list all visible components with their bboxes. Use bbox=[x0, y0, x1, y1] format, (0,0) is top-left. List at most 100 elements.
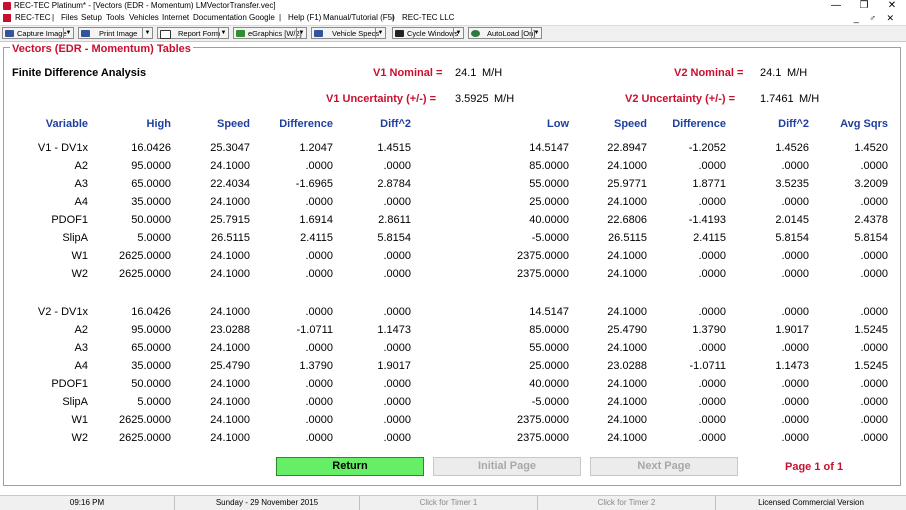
chevron-down-icon[interactable]: ▼ bbox=[531, 28, 541, 38]
chevron-down-icon[interactable]: ▼ bbox=[296, 28, 306, 38]
egraphics-button[interactable]: eGraphics [W/2] ▼ bbox=[233, 27, 307, 39]
cell-speed-low: 24.1000 bbox=[607, 250, 647, 262]
cell-low: 14.5147 bbox=[529, 142, 569, 154]
cell-speed-low: 23.0288 bbox=[607, 360, 647, 372]
cell-difference-low: .0000 bbox=[698, 306, 726, 318]
menu-rectec[interactable]: REC-TEC bbox=[15, 12, 51, 24]
column-header-variable: Variable bbox=[45, 118, 88, 130]
cell-speed-high: 23.0288 bbox=[210, 324, 250, 336]
menu-documentation[interactable]: Documentation bbox=[193, 12, 247, 24]
document-icon bbox=[160, 30, 171, 39]
cell-difference-high: .0000 bbox=[305, 250, 333, 262]
window-controls: — ❐ ✕ bbox=[822, 0, 906, 12]
minimize-button[interactable]: — bbox=[822, 0, 850, 12]
car-icon bbox=[314, 30, 323, 37]
initial-page-button[interactable]: Initial Page bbox=[433, 457, 581, 476]
next-page-button[interactable]: Next Page bbox=[590, 457, 738, 476]
capture-image-button[interactable]: Capture Image ▼ bbox=[2, 27, 74, 39]
v1-uncertainty-label: V1 Uncertainty (+/-) = bbox=[326, 93, 437, 105]
cell-variable: A4 bbox=[74, 360, 88, 372]
cell-avg-sqrs: .0000 bbox=[860, 250, 888, 262]
report-form-button[interactable]: Report Form ▼ bbox=[157, 27, 229, 39]
cell-difference-high: .0000 bbox=[305, 342, 333, 354]
cell-high: 2625.0000 bbox=[119, 414, 171, 426]
column-header-avg-sqrs: Avg Sqrs bbox=[840, 118, 888, 130]
cell-difference-high: 1.6914 bbox=[299, 214, 333, 226]
cell-variable: A3 bbox=[74, 342, 88, 354]
cell-variable: V1 - DV1x bbox=[37, 142, 88, 154]
vehicle-specs-button[interactable]: Vehicle Specs ▼ bbox=[311, 27, 386, 39]
cell-difference-low: .0000 bbox=[698, 432, 726, 444]
camera-icon bbox=[5, 30, 14, 37]
cell-difference-high: -1.6965 bbox=[295, 178, 333, 190]
menu-files[interactable]: Files bbox=[61, 12, 78, 24]
cell-high: 2625.0000 bbox=[119, 268, 171, 280]
maximize-button[interactable]: ❐ bbox=[850, 0, 878, 12]
cell-diff-squared-high: .0000 bbox=[383, 268, 411, 280]
menu-help[interactable]: Help (F1) bbox=[288, 12, 321, 24]
menu-separator: | bbox=[279, 13, 282, 22]
menu-internet[interactable]: Internet bbox=[162, 12, 189, 24]
cell-difference-high: .0000 bbox=[305, 378, 333, 390]
cell-high: 35.0000 bbox=[131, 360, 171, 372]
cell-speed-high: 26.5115 bbox=[211, 232, 250, 244]
column-header-speed: Speed bbox=[613, 118, 647, 130]
refresh-icon bbox=[471, 30, 480, 37]
v1-uncertainty-value: 3.5925 bbox=[455, 93, 489, 105]
cell-diff-squared-low: .0000 bbox=[781, 306, 809, 318]
column-header-diff-squared: Diff^2 bbox=[380, 118, 411, 130]
rectec-logo-icon bbox=[3, 14, 11, 22]
cycle-windows-button[interactable]: Cycle Windows ▼ bbox=[392, 27, 464, 39]
cell-diff-squared-high: .0000 bbox=[383, 160, 411, 172]
column-header-speed: Speed bbox=[216, 118, 250, 130]
cell-high: 50.0000 bbox=[131, 378, 171, 390]
cell-avg-sqrs: 5.8154 bbox=[854, 232, 888, 244]
menu-rectec-llc[interactable]: REC-TEC LLC bbox=[402, 12, 454, 24]
mdi-window-controls[interactable]: _ ♂ ✕ bbox=[854, 12, 898, 24]
cell-diff-squared-high: 1.1473 bbox=[377, 324, 411, 336]
cell-speed-low: 24.1000 bbox=[607, 432, 647, 444]
chevron-down-icon[interactable]: ▼ bbox=[63, 28, 73, 38]
cell-difference-low: 1.3790 bbox=[692, 324, 726, 336]
cell-difference-high: 2.4115 bbox=[300, 232, 333, 244]
cell-avg-sqrs: .0000 bbox=[860, 432, 888, 444]
cell-difference-high: .0000 bbox=[305, 160, 333, 172]
cell-diff-squared-high: 5.8154 bbox=[377, 232, 411, 244]
close-button[interactable]: ✕ bbox=[878, 0, 906, 12]
cell-low: 40.0000 bbox=[529, 378, 569, 390]
chevron-down-icon[interactable]: ▼ bbox=[375, 28, 385, 38]
menu-google[interactable]: Google bbox=[249, 12, 275, 24]
cell-difference-low: -1.2052 bbox=[688, 142, 726, 154]
toolbar: Capture Image ▼ Print Image ▼ Report For… bbox=[0, 25, 906, 42]
status-time: 09:16 PM bbox=[0, 496, 175, 510]
column-header-high: High bbox=[146, 118, 171, 130]
printer-icon bbox=[81, 30, 90, 37]
menu-setup[interactable]: Setup bbox=[81, 12, 102, 24]
cell-diff-squared-high: .0000 bbox=[383, 378, 411, 390]
cell-diff-squared-low: 2.0145 bbox=[775, 214, 809, 226]
section-title: Finite Difference Analysis bbox=[12, 67, 147, 79]
chevron-down-icon[interactable]: ▼ bbox=[142, 28, 152, 38]
return-button[interactable]: Return bbox=[276, 457, 424, 476]
cell-speed-low: 25.4790 bbox=[607, 324, 647, 336]
chevron-down-icon[interactable]: ▼ bbox=[218, 28, 228, 38]
cell-low: -5.0000 bbox=[531, 396, 569, 408]
v2-uncertainty-unit: M/H bbox=[799, 93, 820, 105]
timer-2-button[interactable]: Click for Timer 2 bbox=[538, 496, 716, 510]
cell-diff-squared-high: .0000 bbox=[383, 432, 411, 444]
cell-speed-high: 24.1000 bbox=[210, 196, 250, 208]
menu-tools[interactable]: Tools bbox=[106, 12, 125, 24]
cell-diff-squared-high: .0000 bbox=[383, 196, 411, 208]
cell-diff-squared-low: .0000 bbox=[781, 396, 809, 408]
menu-vehicles[interactable]: Vehicles bbox=[129, 12, 159, 24]
cell-avg-sqrs: .0000 bbox=[860, 414, 888, 426]
cell-speed-high: 25.7915 bbox=[210, 214, 250, 226]
cell-speed-high: 24.1000 bbox=[210, 414, 250, 426]
cell-speed-high: 22.4034 bbox=[210, 178, 250, 190]
menu-manual-tutorial[interactable]: Manual/Tutorial (F5) bbox=[323, 12, 395, 24]
chart-icon bbox=[236, 30, 245, 37]
print-image-button[interactable]: Print Image ▼ bbox=[78, 27, 153, 39]
chevron-down-icon[interactable]: ▼ bbox=[453, 28, 463, 38]
autoload-button[interactable]: AutoLoad [On] ▼ bbox=[468, 27, 542, 39]
timer-1-button[interactable]: Click for Timer 1 bbox=[360, 496, 538, 510]
